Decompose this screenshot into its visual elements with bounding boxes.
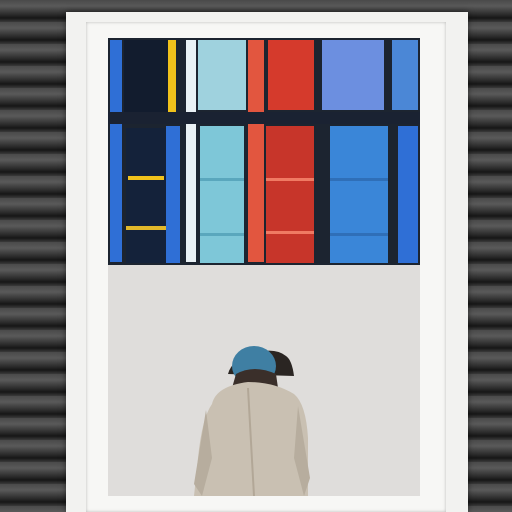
framed-photograph [108,38,420,496]
window-shutter-left [0,0,66,512]
glass-pane [186,40,196,262]
glass-pane [322,40,384,110]
glass-pane [248,40,264,262]
glass-pane [126,128,166,263]
window-shutter-right [468,0,512,512]
glass-pane [200,126,244,263]
glass-pane [166,126,180,263]
stained-glass-facade [108,38,420,265]
glass-pane [398,126,418,263]
glass-pane [168,40,176,112]
photo-scene [108,38,420,496]
glass-pane [330,126,388,263]
glass-pane [124,40,174,112]
glass-pane [392,40,418,110]
glass-pane [266,126,314,263]
glass-pane [268,40,314,110]
glass-pane [110,40,122,262]
glass-pane [198,40,246,110]
